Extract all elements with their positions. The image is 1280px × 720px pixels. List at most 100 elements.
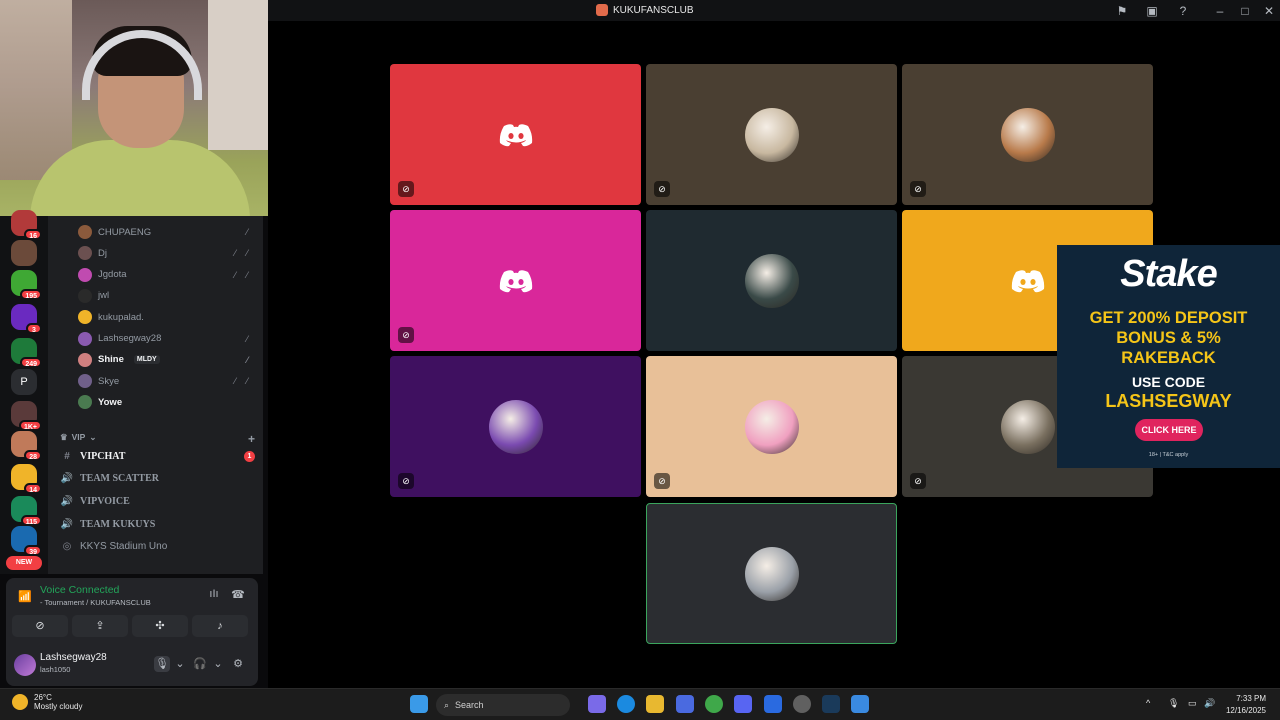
chevron-up-icon[interactable]: ^: [1146, 698, 1150, 708]
channel-vipchat[interactable]: # VIPCHAT 1: [60, 446, 255, 466]
disconnect-icon[interactable]: ☎: [230, 588, 246, 604]
server-icon-5[interactable]: P: [11, 369, 37, 395]
help-icon[interactable]: ?: [1175, 3, 1191, 19]
maximize-icon[interactable]: □: [1237, 3, 1253, 19]
voice-member-chupaeng[interactable]: CHUPAENG ⁄: [78, 222, 258, 242]
voice-member-dj[interactable]: Dj ⁄ ⁄: [78, 243, 258, 263]
avatar: [78, 374, 92, 389]
screen-share-button[interactable]: ⇪: [72, 615, 128, 637]
volume-icon[interactable]: 🔊: [1204, 698, 1215, 709]
ad-headline-3: RAKEBACK: [1121, 349, 1216, 367]
voice-member-shine[interactable]: Shine MLDY ⁄: [78, 350, 258, 370]
window-title-text: KUKUFANSCLUB: [613, 4, 694, 16]
muted-microphone-icon: ⊘: [398, 327, 414, 343]
mention-badge: 14: [24, 483, 42, 494]
clock[interactable]: 7:33 PM 12/16/2025: [1226, 693, 1266, 717]
voice-member-yowe[interactable]: Yowe: [78, 392, 258, 412]
avatar: [744, 399, 799, 454]
channel-vipvoice[interactable]: 🔊 VIPVOICE: [60, 491, 255, 511]
copilot-icon[interactable]: [588, 695, 606, 713]
chevron-down-icon: ♛: [60, 432, 68, 442]
gear-icon[interactable]: ⚙: [230, 656, 246, 672]
avatar: [1000, 107, 1055, 162]
avatar[interactable]: [14, 654, 36, 676]
video-tile[interactable]: ⊘: [646, 356, 897, 497]
voice-channel-icon: ◎: [62, 540, 72, 552]
camera-off-button[interactable]: ⊘: [12, 615, 68, 637]
search-icon: ⌕: [444, 699, 450, 710]
clock-date: 12/16/2025: [1225, 706, 1266, 715]
voice-status: Voice Connected: [40, 584, 120, 596]
obs-icon[interactable]: [793, 695, 811, 713]
server-icon-10[interactable]: 39: [11, 526, 42, 556]
server-icon-9[interactable]: 115: [11, 496, 42, 526]
server-icon-2[interactable]: 195: [11, 270, 42, 300]
ad-promo-code: LASHSEGWAY: [1105, 391, 1232, 411]
video-tile[interactable]: ⊘: [390, 64, 641, 205]
chrome-icon[interactable]: [705, 695, 723, 713]
chevron-down-icon[interactable]: ⌄: [172, 656, 188, 672]
ad-fine-print: 18+ | T&C apply: [1148, 452, 1189, 458]
taskbar-search[interactable]: ⌕ Search: [436, 694, 570, 716]
mention-badge: 195: [20, 289, 42, 300]
video-tile[interactable]: ⊘: [902, 64, 1153, 205]
server-icon-8[interactable]: 14: [11, 464, 42, 494]
voice-channel[interactable]: - Tournament / KUKUFANSCLUB: [40, 598, 151, 607]
server-icon-6[interactable]: 1K+: [11, 401, 42, 431]
video-tile[interactable]: ⊘: [390, 210, 641, 351]
video-tile[interactable]: [646, 503, 897, 644]
channel-name: VIPVOICE: [80, 495, 130, 507]
weather-widget[interactable]: 26°C Mostly cloudy: [12, 693, 82, 711]
mail-icon[interactable]: [764, 695, 782, 713]
voice-member-skye[interactable]: Skye ⁄ ⁄: [78, 371, 258, 391]
channel-team-scatter[interactable]: 🔊 TEAM SCATTER: [60, 468, 255, 488]
soundboard-button[interactable]: ♪: [192, 615, 248, 637]
microphone-icon[interactable]: 🎙: [154, 656, 170, 672]
server-icon-4[interactable]: 249: [11, 338, 42, 368]
category-vip[interactable]: ♛ VIP ⌄ +: [60, 432, 255, 446]
voice-member-lashsegway28[interactable]: Lashsegway28 ⁄: [78, 329, 258, 349]
minimize-icon[interactable]: –: [1212, 3, 1228, 19]
new-badge: NEW: [6, 556, 42, 570]
voice-member-jwl[interactable]: jwl: [78, 286, 258, 306]
close-icon[interactable]: ✕: [1261, 3, 1277, 19]
muted-microphone-icon: ⊘: [654, 473, 670, 489]
search-placeholder: Search: [455, 700, 484, 710]
add-channel-button[interactable]: +: [248, 432, 255, 446]
mic-tray-icon[interactable]: 🎙: [1168, 698, 1179, 709]
muted-deafened-icon: ⁄: [246, 333, 252, 344]
video-tile[interactable]: ⊘: [390, 356, 641, 497]
avatar: [78, 225, 92, 239]
server-icon-1[interactable]: [11, 240, 37, 266]
file-explorer-icon[interactable]: [646, 695, 664, 713]
activities-button[interactable]: ✣: [132, 615, 188, 637]
ad-click-here-button[interactable]: CLICK HERE: [1135, 419, 1203, 441]
notepad-icon[interactable]: [851, 695, 869, 713]
member-name: Lashsegway28: [98, 333, 162, 344]
server-icon-0[interactable]: 16: [11, 210, 42, 240]
flag-icon[interactable]: ⚑: [1114, 3, 1130, 19]
network-icon[interactable]: ▭: [1188, 698, 1197, 709]
steam-icon[interactable]: [822, 695, 840, 713]
voice-member-kukupalad.[interactable]: kukupalad.: [78, 307, 258, 327]
discord-icon[interactable]: [734, 695, 752, 713]
channel-kkys-stadium-uno[interactable]: ◎ KKYS Stadium Uno: [60, 536, 255, 556]
windows-start-icon[interactable]: [410, 695, 428, 713]
member-name: Yowe: [98, 396, 123, 408]
edge-icon[interactable]: [617, 695, 635, 713]
server-icon-7[interactable]: 28: [11, 431, 42, 461]
headphones-icon[interactable]: 🎧: [192, 656, 208, 672]
video-tile[interactable]: [646, 210, 897, 351]
stake-ad-banner[interactable]: Stake GET 200% DEPOSIT BONUS & 5% RAKEBA…: [1057, 245, 1280, 468]
member-name: Dj: [98, 247, 107, 259]
channel-team-kukuys[interactable]: 🔊 TEAM KUKUYS: [60, 514, 255, 534]
inbox-icon[interactable]: ▣: [1144, 3, 1160, 19]
video-tile[interactable]: ⊘: [646, 64, 897, 205]
noise-suppression-icon[interactable]: ıIı: [206, 588, 222, 604]
server-icon-3[interactable]: 3: [11, 304, 42, 334]
chevron-down-icon[interactable]: ⌄: [210, 656, 226, 672]
clock-time: 7:33 PM: [1236, 694, 1266, 703]
voice-member-jgdota[interactable]: Jgdota ⁄ ⁄: [78, 265, 258, 285]
mention-badge: 16: [24, 229, 42, 240]
store-icon[interactable]: [676, 695, 694, 713]
